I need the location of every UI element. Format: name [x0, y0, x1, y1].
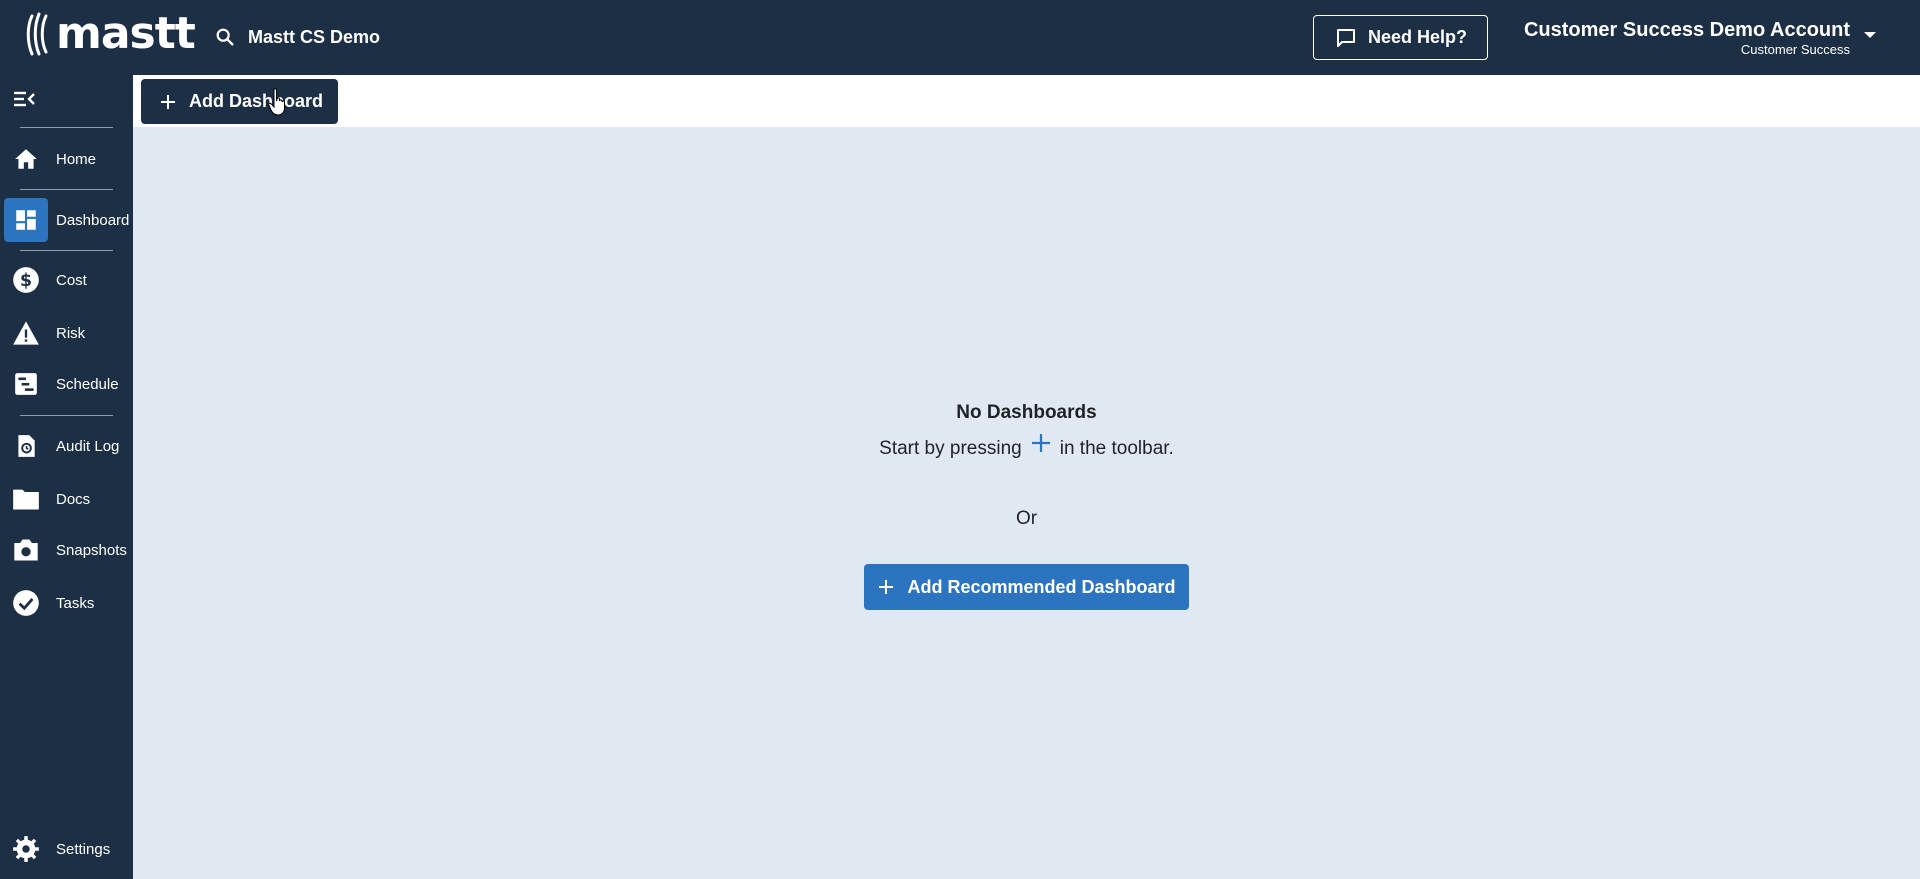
chevron-down-icon[interactable]: [1864, 32, 1876, 38]
add-dashboard-button[interactable]: Add Dashboard: [141, 79, 338, 124]
schedule-icon: [4, 362, 48, 406]
account-menu[interactable]: Customer Success Demo Account Customer S…: [1524, 18, 1850, 58]
sidebar-item-settings[interactable]: Settings: [0, 827, 133, 871]
sidebar-item-label: Tasks: [56, 594, 95, 612]
plus-icon: [877, 578, 895, 596]
need-help-label: Need Help?: [1367, 27, 1468, 47]
account-name: Customer Success Demo Account: [1523, 19, 1850, 41]
project-search[interactable]: Mastt CS Demo: [214, 24, 380, 50]
or-separator: Or: [1015, 508, 1038, 529]
sidebar-item-label: Cost: [56, 271, 87, 289]
warning-icon: [4, 311, 48, 355]
sidebar-item-risk[interactable]: Risk: [0, 311, 133, 355]
audit-log-icon: [4, 424, 48, 468]
mastt-logo[interactable]: mastt: [26, 8, 196, 59]
sidebar-item-label: Risk: [56, 324, 86, 342]
add-dashboard-label: Add Dashboard: [189, 91, 324, 111]
search-icon: [216, 28, 234, 46]
sidebar-item-label: Audit Log: [56, 437, 120, 455]
sidebar-divider: [20, 415, 113, 416]
gear-icon: [4, 827, 48, 871]
sidebar-divider: [20, 189, 113, 190]
sidebar-item-tasks[interactable]: Tasks: [0, 581, 133, 625]
plus-icon: [159, 93, 177, 111]
sidebar: Home Dashboard $ Cost Risk Schedule Audi…: [0, 75, 133, 879]
add-recommended-label: Add Recommended Dashboard: [907, 576, 1176, 597]
dashboard-toolbar: Add Dashboard: [133, 75, 1920, 127]
logo-mark-icon: [26, 12, 48, 56]
sidebar-item-label: Snapshots: [56, 541, 127, 559]
empty-state-hint: Start by pressing in the toolbar.: [133, 434, 1920, 460]
svg-text:$: $: [20, 271, 32, 291]
project-name: Mastt CS Demo: [248, 26, 381, 47]
sidebar-item-label: Docs: [56, 490, 91, 508]
sidebar-item-docs[interactable]: Docs: [0, 477, 133, 521]
dollar-icon: $: [4, 258, 48, 302]
sidebar-divider: [20, 127, 113, 128]
top-bar: mastt Mastt CS Demo Need Help? Customer …: [0, 0, 1920, 75]
sidebar-item-snapshots[interactable]: Snapshots: [0, 528, 133, 572]
logo-text: mastt: [56, 8, 196, 59]
camera-icon: [4, 528, 48, 572]
account-role: Customer Success: [1740, 42, 1850, 57]
folder-icon: [4, 477, 48, 521]
sidebar-item-dashboard[interactable]: Dashboard: [0, 198, 133, 242]
hand-cursor-icon: [268, 88, 288, 123]
home-icon: [4, 137, 48, 181]
check-circle-icon: [4, 581, 48, 625]
empty-state-title: No Dashboards: [956, 402, 1097, 423]
collapse-menu-icon[interactable]: [12, 87, 38, 116]
plus-icon: [1030, 432, 1052, 454]
sidebar-item-label: Home: [56, 150, 97, 168]
add-recommended-dashboard-button[interactable]: Add Recommended Dashboard: [864, 564, 1189, 610]
sidebar-item-label: Dashboard: [56, 211, 130, 229]
sidebar-divider: [20, 250, 113, 251]
chat-icon: [1336, 28, 1355, 47]
sidebar-item-label: Schedule: [56, 375, 119, 393]
hint-text-after: in the toolbar.: [1059, 438, 1174, 459]
sidebar-item-schedule[interactable]: Schedule: [0, 362, 133, 406]
sidebar-item-home[interactable]: Home: [0, 137, 133, 181]
need-help-button[interactable]: Need Help?: [1313, 15, 1488, 60]
dashboard-icon: [4, 198, 48, 242]
hint-text-before: Start by pressing: [879, 438, 1022, 459]
sidebar-item-audit-log[interactable]: Audit Log: [0, 424, 133, 468]
sidebar-item-cost[interactable]: $ Cost: [0, 258, 133, 302]
sidebar-item-label: Settings: [56, 840, 111, 858]
